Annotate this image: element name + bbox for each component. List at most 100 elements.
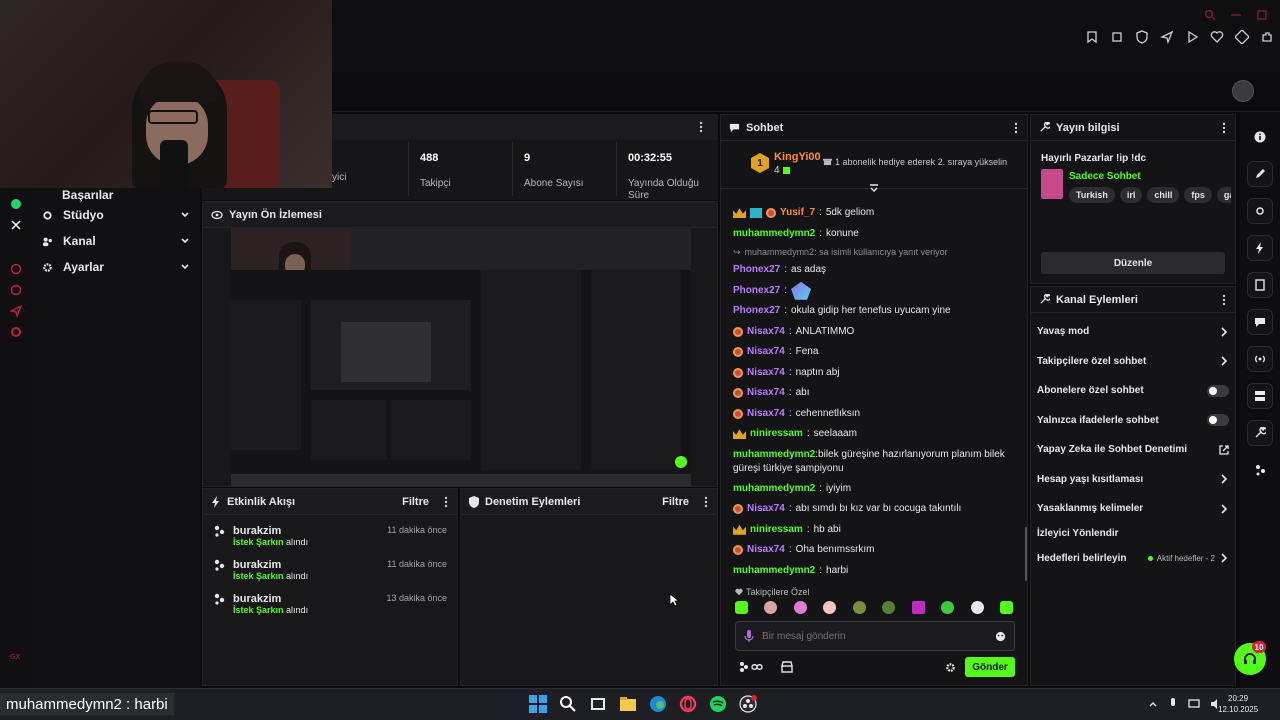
more-options-icon[interactable]	[698, 121, 704, 133]
emote-icon[interactable]	[823, 601, 837, 614]
filter-button[interactable]: Filtre	[662, 496, 689, 508]
chat-message[interactable]: muhammedymn2: harbi	[733, 561, 1019, 582]
chat-message[interactable]: niniressam: hb abi	[733, 520, 1019, 541]
tag[interactable]: gamin	[1216, 187, 1231, 203]
history-icon[interactable]	[10, 284, 22, 296]
chevron-up-icon[interactable]	[1148, 699, 1158, 709]
chat-username[interactable]: Nisax74	[747, 322, 785, 343]
windows-start-icon[interactable]	[529, 695, 547, 713]
emote-icon[interactable]	[999, 601, 1013, 614]
emote-icon[interactable]	[764, 601, 778, 614]
list-item[interactable]: burakzim İstek Şarkın alındı 13 dakika ön…	[203, 587, 457, 621]
chat-message[interactable]: muhammedymn2: iyiyim	[733, 479, 1019, 500]
chat-message[interactable]: muhammedymn2:bilek güreşine hazırlanıyor…	[733, 445, 1019, 479]
avatar[interactable]	[1232, 80, 1254, 102]
help-chat-button[interactable]: 10	[1234, 641, 1266, 675]
chat-username[interactable]: muhammedymn2	[733, 224, 815, 245]
heart-icon[interactable]	[1210, 30, 1224, 44]
filter-button[interactable]: Filtre	[402, 496, 429, 508]
gear-icon[interactable]	[10, 326, 22, 338]
microphone-icon[interactable]	[1168, 698, 1178, 710]
ai-moderation-option[interactable]: Yapay Zeka ile Sohbet Denetimi	[1031, 435, 1235, 465]
more-options-icon[interactable]	[703, 496, 709, 508]
settings-gear-icon[interactable]	[945, 662, 956, 673]
extensions-icon[interactable]	[1260, 30, 1274, 44]
kick-logo-icon[interactable]	[739, 661, 765, 673]
tag[interactable]: Turkish	[1069, 187, 1115, 203]
microphone-icon[interactable]	[744, 630, 754, 642]
edge-icon[interactable]	[649, 695, 667, 713]
list-item[interactable]: burakzim İstek Şarkın alındı 11 dakika ön…	[203, 519, 457, 553]
goals-option[interactable]: Hedefleri belirleyin Aktif hedefler - 2	[1031, 544, 1235, 574]
stream-preview-video[interactable]	[231, 228, 691, 486]
send-icon[interactable]	[1160, 30, 1174, 44]
chat-bubble-icon[interactable]	[1247, 309, 1273, 335]
document-icon[interactable]	[1247, 272, 1273, 298]
chat-message[interactable]: Phonex27:	[733, 281, 1019, 302]
chat-username[interactable]: muhammedymn2	[733, 561, 815, 582]
edit-pencil-icon[interactable]	[1247, 161, 1273, 187]
chat-username[interactable]: Phonex27	[733, 281, 780, 302]
wrench-icon[interactable]	[1247, 420, 1273, 446]
emote-icon[interactable]	[793, 601, 807, 614]
spotify-icon[interactable]	[709, 695, 727, 713]
chat-message[interactable]: Phonex27: okula gidip her tenefus uyucam …	[733, 301, 1019, 322]
opera-gx-icon[interactable]	[679, 695, 697, 713]
chat-username[interactable]: Phonex27	[733, 260, 780, 281]
more-options-icon[interactable]	[443, 496, 449, 508]
maximize-icon[interactable]	[1256, 9, 1268, 21]
info-icon[interactable]	[1247, 124, 1273, 150]
send-button[interactable]: Gönder	[965, 657, 1015, 677]
bookmark-icon[interactable]	[1085, 30, 1099, 44]
chat-input-box[interactable]	[735, 621, 1015, 651]
chat-message[interactable]: Yusif_7:5dk geliom	[733, 203, 1019, 224]
kick-logo-icon[interactable]	[1247, 457, 1273, 483]
chat-username[interactable]: muhammedymn2	[733, 479, 815, 500]
chat-message[interactable]: niniressam: seelaaam	[733, 424, 1019, 445]
file-explorer-icon[interactable]	[619, 695, 637, 713]
network-icon[interactable]	[1188, 698, 1200, 710]
task-view-icon[interactable]	[589, 695, 607, 713]
whatsapp-icon[interactable]	[10, 198, 22, 210]
send-icon[interactable]	[10, 305, 22, 317]
chat-username[interactable]: niniressam	[750, 520, 803, 541]
chat-username[interactable]: Yusif_7	[780, 203, 815, 224]
chat-message[interactable]: Nisax74: ANLATIMMO	[733, 322, 1019, 343]
chat-username[interactable]: Nisax74	[747, 383, 785, 404]
crop-icon[interactable]	[1110, 30, 1124, 44]
layout-icon[interactable]	[1247, 383, 1273, 409]
tag[interactable]: irl	[1119, 187, 1143, 203]
category-name[interactable]: Sadece Sohbet	[1069, 171, 1141, 182]
chat-message[interactable]: Nisax74: naptın abj	[733, 363, 1019, 384]
chat-username[interactable]: muhammedymn2	[733, 449, 815, 460]
chat-message[interactable]: Nisax74: Fena	[733, 342, 1019, 363]
chat-username[interactable]: Nisax74	[747, 540, 785, 561]
broadcast-icon[interactable]	[1247, 346, 1273, 372]
more-options-icon[interactable]	[1221, 294, 1227, 306]
chat-username[interactable]: Nisax74	[747, 499, 785, 520]
minimize-icon[interactable]	[1230, 9, 1242, 21]
host-option[interactable]: İzleyici Yönlendir	[1031, 524, 1235, 544]
account-age-option[interactable]: Hesap yaşı kısıtlaması	[1031, 465, 1235, 495]
chat-username[interactable]: Nisax74	[747, 342, 785, 363]
shield-icon[interactable]	[1135, 30, 1149, 44]
search-icon[interactable]	[1204, 9, 1216, 21]
chat-username[interactable]: niniressam	[750, 424, 803, 445]
emoji-icon[interactable]	[995, 631, 1006, 642]
chat-message[interactable]: ↪ muhammedymn2: sa isimli kullanıcıya yan…	[733, 244, 1019, 260]
emote-icon[interactable]	[970, 601, 984, 614]
chat-scrollbar[interactable]	[1025, 527, 1027, 581]
chat-message-input[interactable]	[762, 630, 987, 642]
chat-username[interactable]: Nisax74	[747, 363, 785, 384]
sidebar-item-achievements[interactable]: Başarılar	[32, 188, 200, 202]
clock[interactable]: 20:29 12.10.2025	[1218, 693, 1258, 715]
edit-button[interactable]: Düzenle	[1041, 252, 1225, 274]
record-icon[interactable]	[10, 263, 22, 275]
tag[interactable]: chill	[1147, 187, 1180, 203]
more-options-icon[interactable]	[1221, 122, 1227, 134]
sidebar-item-settings[interactable]: Ayarlar	[32, 254, 200, 280]
x-icon[interactable]	[10, 219, 22, 231]
tag[interactable]: fps	[1184, 187, 1212, 203]
camera-icon[interactable]	[1247, 198, 1273, 224]
sidebar-item-channel[interactable]: Kanal	[32, 228, 200, 254]
